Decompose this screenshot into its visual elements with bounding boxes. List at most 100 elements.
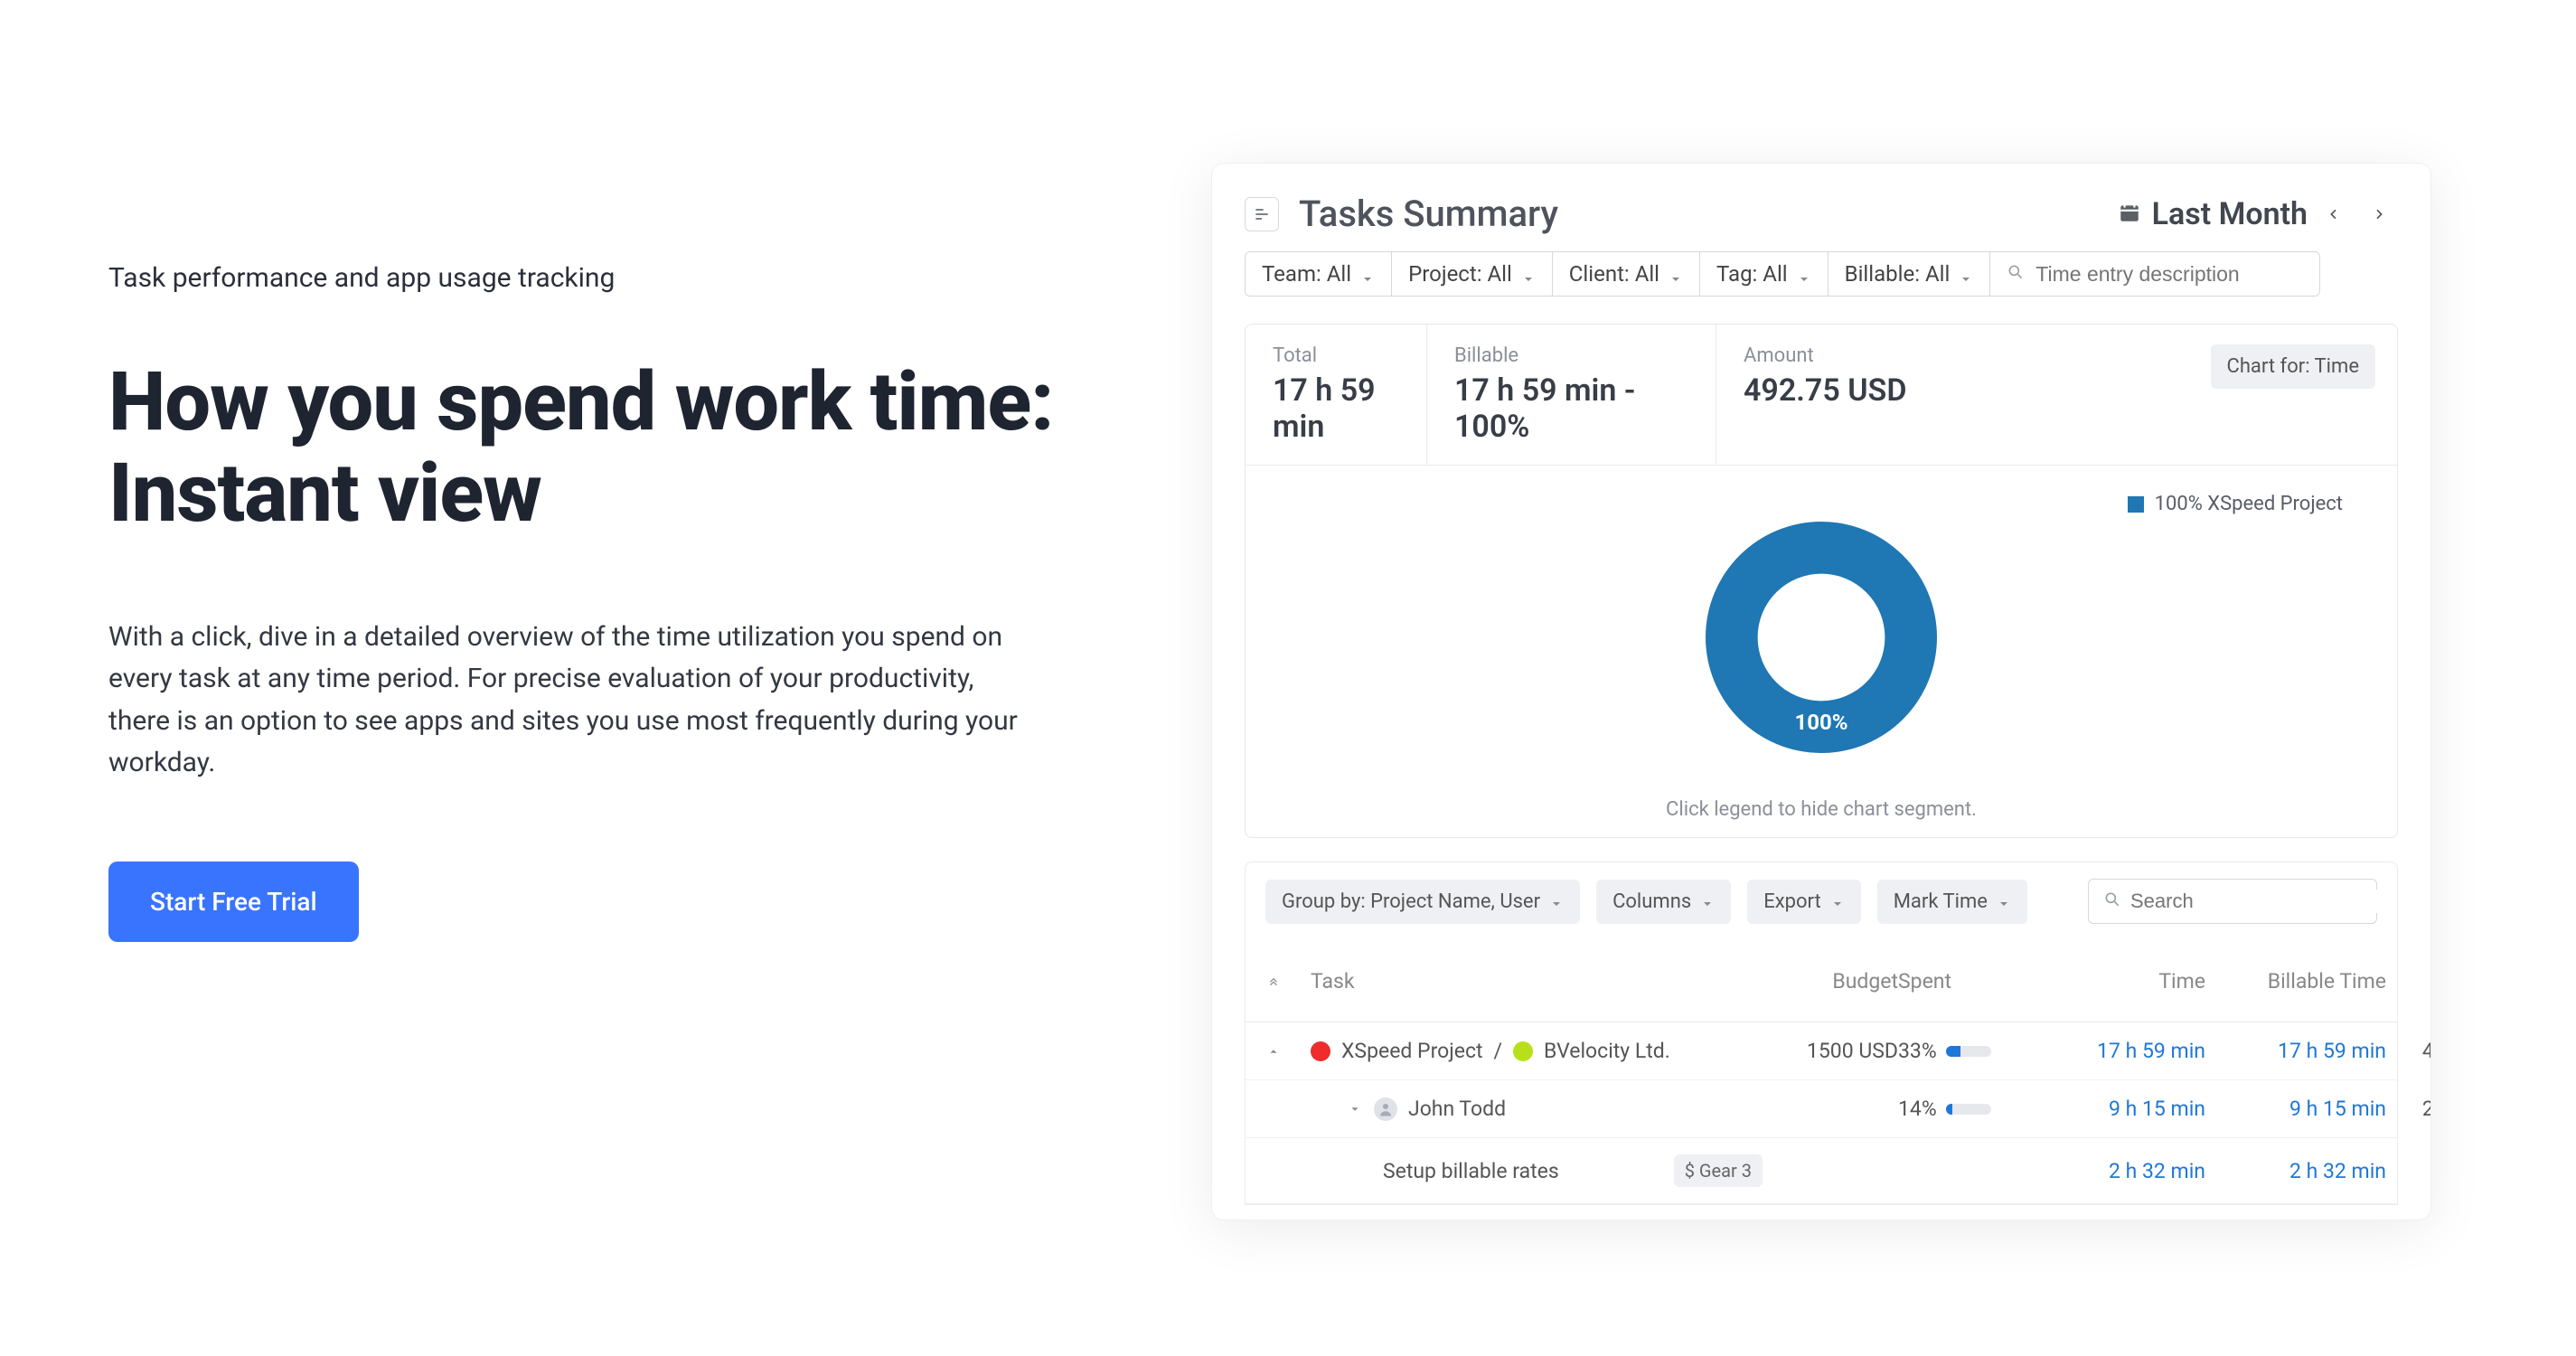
date-next-button[interactable] (2360, 195, 2398, 233)
stat-billable-value: 17 h 59 min - 100% (1454, 372, 1688, 445)
filter-search-input[interactable] (2035, 262, 2303, 287)
table-header: Task Budget Spent Time Billable Time Bil… (1246, 940, 2397, 1022)
mark-time-label: Mark Time (1894, 890, 1988, 913)
start-free-trial-button[interactable]: Start Free Trial (108, 862, 359, 942)
stat-amount: Amount 492.75 USD (1716, 325, 2211, 465)
summary-stats: Total 17 h 59 min Billable 17 h 59 min -… (1246, 325, 2397, 466)
chart-hint: Click legend to hide chart segment. (1666, 798, 1977, 821)
chart-area: 100% XSpeed Project 100% Click legend to… (1246, 466, 2397, 837)
th-time: Time (2052, 969, 2205, 993)
cell-time[interactable]: 9 h 15 min (2052, 1097, 2205, 1121)
donut-percent-label: 100% (1677, 710, 1966, 735)
screenshot-column: Tasks Summary Last Month Team: All Pro (1211, 163, 2468, 1266)
marketing-column: Task performance and app usage tracking … (108, 163, 1103, 1266)
user-avatar-icon (1374, 1097, 1397, 1121)
th-task: Task (1311, 969, 1763, 993)
date-range-button[interactable]: Last Month (2118, 196, 2308, 232)
th-billable-amount: Billable Amount (2386, 956, 2431, 1005)
row-toggle-icon[interactable] (1265, 1043, 1282, 1059)
collapse-all-icon[interactable] (1265, 973, 1282, 989)
table-toolbar: Group by: Project Name, User Columns Exp… (1245, 862, 2398, 940)
cell-spent: 14% (1898, 1097, 2052, 1121)
chevron-down-icon (1669, 267, 1683, 281)
legend-color-swatch (2128, 496, 2144, 513)
filter-project-label: Project: All (1408, 261, 1512, 287)
table-search[interactable] (2088, 879, 2377, 924)
chevron-down-icon (1549, 894, 1564, 909)
mark-time-button[interactable]: Mark Time (1877, 880, 2027, 924)
cell-billable-time[interactable]: 17 h 59 min (2205, 1039, 2386, 1063)
chevron-down-icon (1360, 267, 1375, 281)
th-budget: Budget (1763, 969, 1898, 993)
task-user: John Todd (1408, 1097, 1506, 1121)
filter-billable[interactable]: Billable: All (1829, 251, 1991, 297)
cell-billable-time[interactable]: 9 h 15 min (2205, 1097, 2386, 1121)
date-range-label: Last Month (2152, 196, 2308, 232)
filter-tag[interactable]: Tag: All (1700, 251, 1829, 297)
stat-total-value: 17 h 59 min (1273, 372, 1399, 445)
task-divider: / (1494, 1039, 1503, 1063)
cell-time[interactable]: 2 h 32 min (2052, 1159, 2205, 1183)
task-name: Setup billable rates (1383, 1159, 1559, 1183)
search-icon (2007, 261, 2025, 287)
chart-for-toggle[interactable]: Chart for: Time (2211, 344, 2376, 389)
spent-pct: 33% (1898, 1039, 1937, 1063)
chevron-down-icon (1700, 894, 1715, 909)
tagline: Task performance and app usage tracking (108, 262, 1103, 294)
chart-legend[interactable]: 100% XSpeed Project (2128, 493, 2343, 515)
date-prev-button[interactable] (2315, 195, 2353, 233)
task-cell[interactable]: XSpeed Project / BVelocity Ltd. (1311, 1039, 1763, 1063)
stat-amount-value: 492.75 USD (1744, 372, 2184, 409)
headline: How you spend work time: Instant view (108, 357, 1103, 540)
description: With a click, dive in a detailed overvie… (108, 617, 1030, 785)
panel-title: Tasks Summary (1299, 193, 1558, 235)
filter-team-label: Team: All (1262, 261, 1351, 287)
cell-budget: 1500 USD (1763, 1039, 1898, 1063)
donut-chart: 100% (1677, 493, 1966, 782)
th-billable-time: Billable Time (2205, 969, 2386, 993)
task-tag-badge: $ Gear 3 (1674, 1154, 1763, 1187)
tasks-table: Task Budget Spent Time Billable Time Bil… (1245, 940, 2398, 1205)
table-search-input[interactable] (2130, 890, 2391, 913)
group-by-button[interactable]: Group by: Project Name, User (1265, 880, 1580, 924)
cell-time[interactable]: 17 h 59 min (2052, 1039, 2205, 1063)
client-dot-icon (1513, 1041, 1533, 1061)
chevron-down-icon (1797, 267, 1811, 281)
panel-header: Tasks Summary Last Month (1212, 164, 2430, 251)
filter-billable-label: Billable: All (1845, 261, 1951, 287)
export-button[interactable]: Export (1747, 880, 1861, 924)
chart-for-label: Chart for: Time (2211, 344, 2376, 389)
cell-billable-time[interactable]: 2 h 32 min (2205, 1159, 2386, 1183)
task-cell[interactable]: Setup billable rates $ Gear 3 (1311, 1154, 1763, 1187)
stat-billable: Billable 17 h 59 min - 100% (1426, 325, 1716, 465)
tasks-summary-panel: Tasks Summary Last Month Team: All Pro (1211, 163, 2431, 1220)
filter-client[interactable]: Client: All (1553, 251, 1700, 297)
columns-button[interactable]: Columns (1596, 880, 1731, 924)
panel-menu-icon[interactable] (1245, 197, 1279, 231)
chevron-down-icon (1997, 894, 2011, 909)
calendar-icon (2118, 196, 2141, 232)
filter-search[interactable] (1990, 251, 2320, 297)
cell-billable-amount: 38.00 USD (2386, 1159, 2431, 1183)
cell-billable-amount: 492.75 USD (2386, 1039, 2431, 1063)
filter-tag-label: Tag: All (1716, 261, 1788, 287)
filter-project[interactable]: Project: All (1392, 251, 1553, 297)
filter-client-label: Client: All (1569, 261, 1659, 287)
task-client: BVelocity Ltd. (1544, 1039, 1670, 1063)
export-label: Export (1763, 890, 1821, 913)
task-cell[interactable]: John Todd (1311, 1097, 1763, 1121)
table-row: Setup billable rates $ Gear 3 2 h 32 min… (1246, 1138, 2397, 1204)
table-row: XSpeed Project / BVelocity Ltd. 1500 USD… (1246, 1022, 2397, 1080)
stat-billable-label: Billable (1454, 344, 1688, 367)
filter-team[interactable]: Team: All (1245, 251, 1392, 297)
cell-spent: 33% (1898, 1039, 2052, 1063)
chevron-down-icon (1959, 267, 1973, 281)
columns-label: Columns (1612, 890, 1691, 913)
search-icon (2103, 889, 2121, 914)
row-toggle-icon[interactable] (1347, 1101, 1363, 1117)
table-row: John Todd 14% 9 h 15 min 9 h 15 min 208.… (1246, 1080, 2397, 1138)
chevron-down-icon (1521, 267, 1536, 281)
cell-billable-amount: 208.75 USD (2386, 1097, 2431, 1121)
spent-pct: 14% (1898, 1097, 1937, 1121)
chevron-down-icon (1830, 894, 1845, 909)
